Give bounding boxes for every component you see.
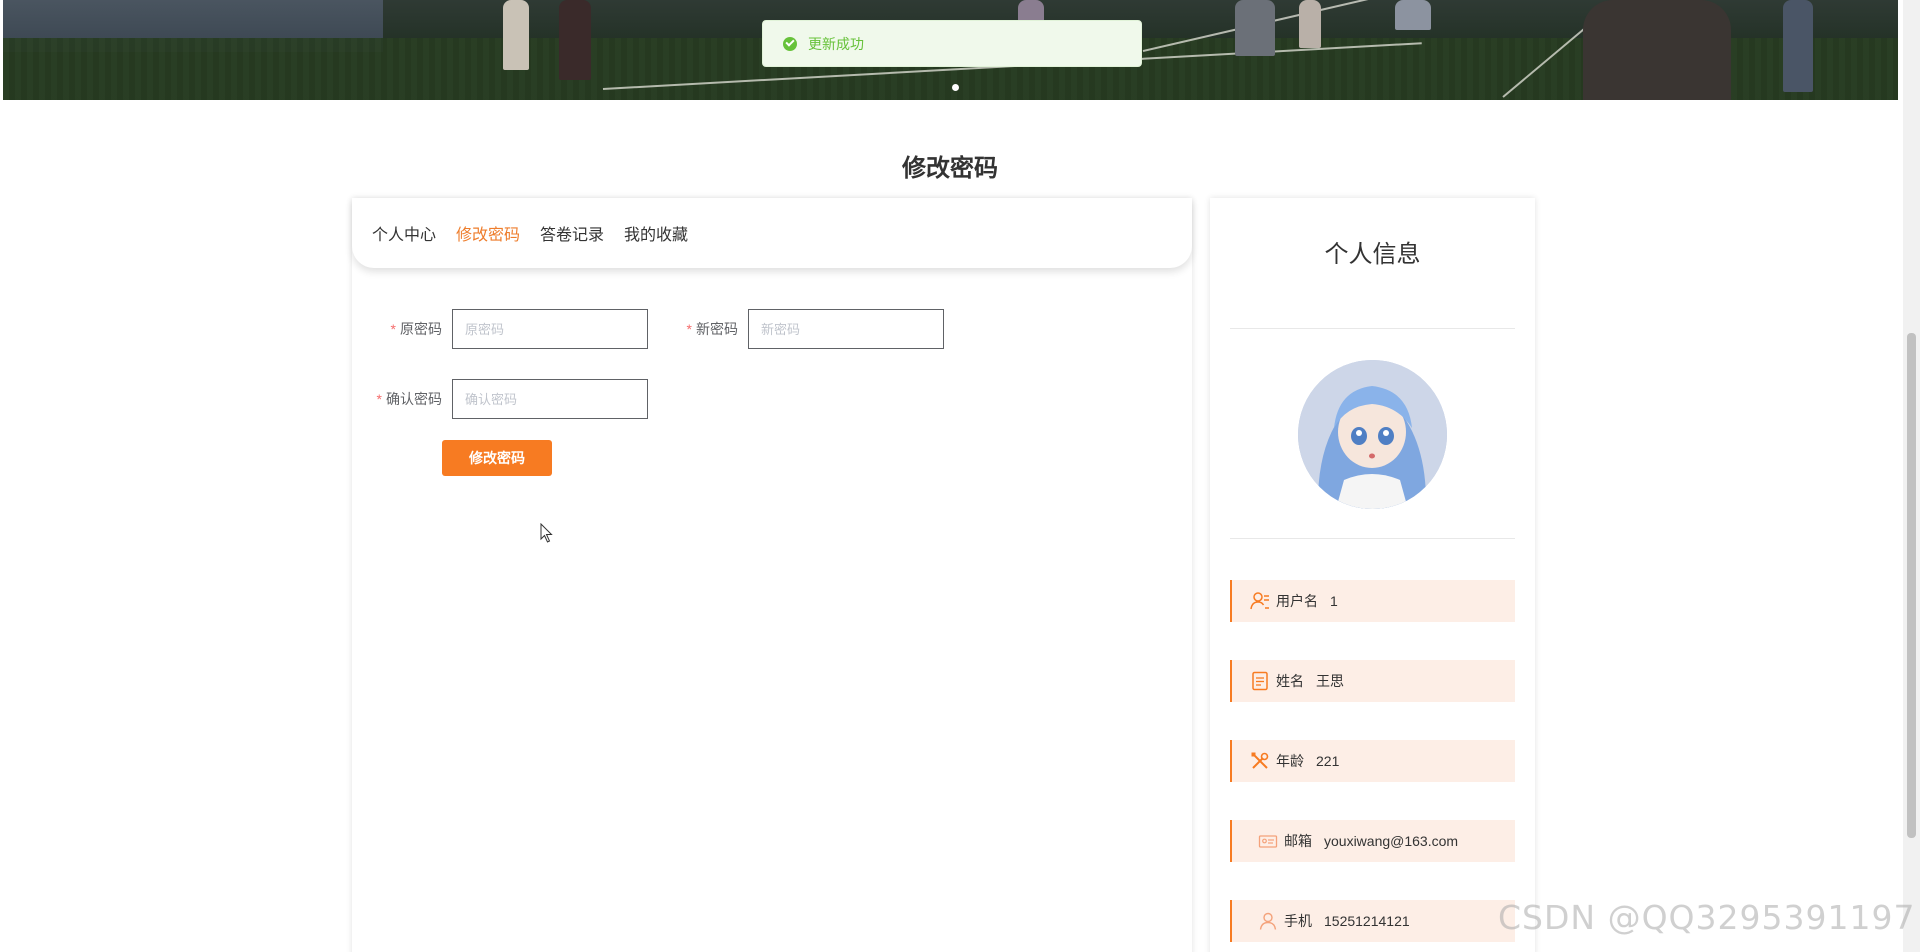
profile-field-value: 15251214121 <box>1324 913 1410 929</box>
banner-person <box>1395 0 1431 30</box>
profile-field-label: 手机 <box>1284 913 1312 929</box>
profile-field-label: 年龄 <box>1276 753 1304 769</box>
profile-field-email: 邮箱 youxiwang@163.com <box>1230 820 1515 862</box>
scrollbar-thumb[interactable] <box>1907 333 1916 838</box>
page-title: 修改密码 <box>902 155 998 182</box>
confirm-password-label-text: 确认密码 <box>386 391 442 407</box>
banner-person <box>1018 0 1044 22</box>
profile-field-username: 用户名 1 <box>1230 580 1515 622</box>
banner-person <box>559 0 591 80</box>
tab-personal-center[interactable]: 个人中心 <box>372 221 436 245</box>
page-scrollbar[interactable] <box>1903 0 1920 952</box>
profile-field-name: 姓名 王思 <box>1230 660 1515 702</box>
profile-field-label: 姓名 <box>1276 673 1304 689</box>
page: 更新成功 修改密码 个人中心 修改密码 答卷记录 我的收藏 * 原密码 * 新密码 <box>0 0 1920 952</box>
divider <box>1230 328 1515 329</box>
toast-message: 更新成功 <box>808 35 864 52</box>
profile-field-value: 221 <box>1316 753 1340 769</box>
new-password-label: * 新密码 <box>668 319 738 339</box>
tools-icon <box>1250 751 1270 771</box>
banner-person <box>1299 0 1321 48</box>
profile-field-value: 1 <box>1330 593 1338 609</box>
form-row-new-password: * 新密码 <box>668 309 944 349</box>
form-row-old-password: * 原密码 <box>372 309 648 349</box>
avatar-illustration <box>1298 360 1447 509</box>
mouse-cursor-icon <box>540 523 553 543</box>
document-icon <box>1250 671 1270 691</box>
banner-person <box>503 0 529 70</box>
tab-answer-records[interactable]: 答卷记录 <box>540 221 604 245</box>
watermark: CSDN @QQ3295391197 <box>1498 898 1916 937</box>
old-password-input[interactable] <box>452 309 648 349</box>
avatar <box>1298 360 1447 509</box>
new-password-input[interactable] <box>748 309 944 349</box>
password-panel: 个人中心 修改密码 答卷记录 我的收藏 *原密码 *新密码 *确认密码 修 <box>352 198 1192 952</box>
profile-field-age: 年龄 221 <box>1230 740 1515 782</box>
success-toast: 更新成功 <box>762 20 1142 67</box>
tab-my-favorites[interactable]: 我的收藏 <box>624 221 688 245</box>
confirm-password-label: * 确认密码 <box>372 389 442 409</box>
required-mark: * <box>390 321 396 337</box>
form-row-confirm-password: * 确认密码 <box>372 379 648 419</box>
person-icon <box>1258 911 1278 931</box>
profile-field-value: youxiwang@163.com <box>1324 833 1459 849</box>
profile-field-label: 用户名 <box>1276 593 1318 609</box>
banner-person <box>1783 0 1813 92</box>
id-card-icon <box>1258 831 1278 851</box>
user-id-icon <box>1250 591 1270 611</box>
profile-panel: 个人信息 用户名 1 姓名 王思 年龄 221 邮箱 youxiwang@163… <box>1210 198 1535 952</box>
profile-field-label: 邮箱 <box>1284 833 1312 849</box>
banner-person <box>1583 0 1731 100</box>
carousel-indicator-dot[interactable] <box>952 84 959 91</box>
required-mark: * <box>376 391 382 407</box>
tab-change-password[interactable]: 修改密码 <box>456 221 520 245</box>
banner-person <box>1235 0 1275 56</box>
new-password-label-text: 新密码 <box>696 321 738 337</box>
change-password-button[interactable]: 修改密码 <box>442 440 552 476</box>
confirm-password-input[interactable] <box>452 379 648 419</box>
required-mark: * <box>686 321 692 337</box>
old-password-label: * 原密码 <box>372 319 442 339</box>
divider <box>1230 538 1515 539</box>
profile-field-phone: 手机 15251214121 <box>1230 900 1515 942</box>
success-check-icon <box>783 36 797 51</box>
old-password-label-text: 原密码 <box>400 321 442 337</box>
tabs-bar: 个人中心 修改密码 答卷记录 我的收藏 <box>352 198 1192 268</box>
profile-field-value: 王思 <box>1316 673 1344 689</box>
profile-title: 个人信息 <box>1324 241 1421 268</box>
